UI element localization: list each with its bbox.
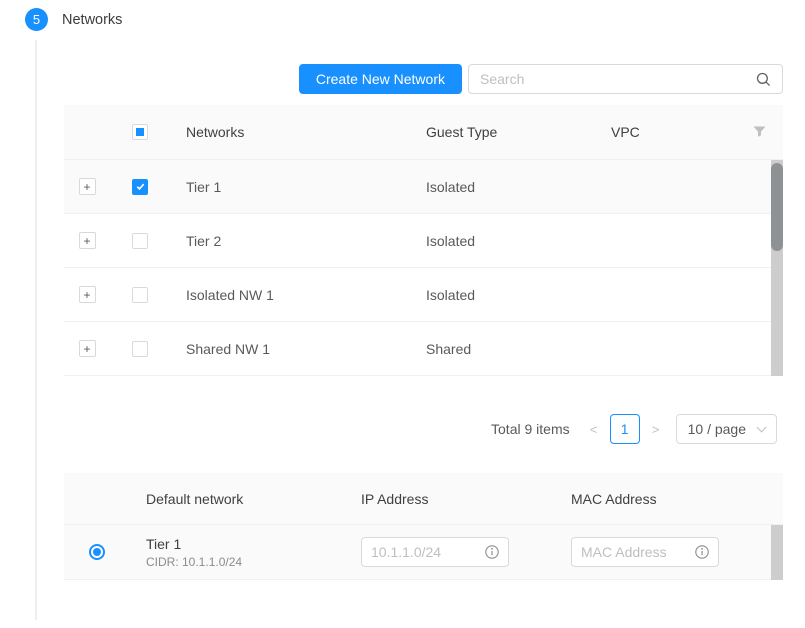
networks-table-header: Networks Guest Type VPC [64,105,783,160]
row-checkbox[interactable] [132,287,148,303]
expand-row-button[interactable]: + [79,232,96,249]
ip-address-input[interactable] [371,544,479,560]
networks-table-body: + Tier 1 Isolated + Tier 2 Isolated [64,160,783,376]
default-network-name-cell: Tier 1 CIDR: 10.1.1.0/24 [130,536,345,569]
column-header-ip-address: IP Address [345,491,555,507]
page-size-value: 10 / page [688,421,746,437]
network-name: Tier 1 [170,179,410,195]
step-number-badge: 5 [25,8,48,31]
guest-type: Shared [410,341,595,357]
networks-table: Networks Guest Type VPC + Tier 1 Isolate… [64,105,783,376]
column-header-networks: Networks [170,124,410,140]
pagination-next-button[interactable]: > [646,422,666,437]
filter-cell [735,126,783,138]
info-circle-icon[interactable] [485,545,499,559]
info-circle-icon[interactable] [695,545,709,559]
table-scrollbar-track[interactable] [771,525,783,580]
pagination-page-1[interactable]: 1 [610,414,640,444]
search-box[interactable] [468,64,783,94]
network-name: Tier 2 [170,233,410,249]
page-title: Networks [62,12,122,28]
expand-row-button[interactable]: + [79,286,96,303]
guest-type: Isolated [410,179,595,195]
guest-type: Isolated [410,233,595,249]
mac-address-input[interactable] [581,544,689,560]
guest-type: Isolated [410,287,595,303]
filter-funnel-icon[interactable] [753,126,766,138]
row-checkbox[interactable] [132,341,148,357]
select-all-checkbox[interactable] [132,124,148,140]
table-row[interactable]: + Shared NW 1 Shared [64,322,783,376]
pagination: Total 9 items < 1 > 10 / page [64,414,777,444]
step-connector-line [35,40,37,620]
networks-wizard-step: 5 Networks Create New Network Networks G… [0,0,805,628]
network-name: Tier 1 [146,536,345,552]
create-new-network-button[interactable]: Create New Network [299,64,462,94]
select-all-cell [110,124,170,140]
search-input[interactable] [480,71,756,87]
network-name: Isolated NW 1 [170,287,410,303]
expand-row-button[interactable]: + [79,178,96,195]
column-header-mac-address: MAC Address [555,491,783,507]
toolbar: Create New Network [64,64,783,94]
column-header-guest-type: Guest Type [410,124,595,140]
expand-row-button[interactable]: + [79,340,96,357]
table-scrollbar-thumb[interactable] [771,163,783,251]
network-name: Shared NW 1 [170,341,410,357]
column-header-default-network: Default network [130,491,345,507]
default-network-table-body: Tier 1 CIDR: 10.1.1.0/24 [64,525,783,580]
page-size-select[interactable]: 10 / page [676,414,777,444]
network-cidr: CIDR: 10.1.1.0/24 [146,555,345,569]
table-scrollbar-track[interactable] [771,160,783,376]
mac-address-input-box[interactable] [571,537,719,567]
default-network-table-header: Default network IP Address MAC Address [64,473,783,525]
search-icon[interactable] [756,72,771,87]
default-network-radio[interactable] [89,544,105,560]
table-row[interactable]: + Tier 1 Isolated [64,160,783,214]
pagination-prev-button[interactable]: < [584,422,604,437]
row-checkbox[interactable] [132,179,148,195]
column-header-vpc: VPC [595,124,735,140]
default-network-table: Default network IP Address MAC Address T… [64,473,783,580]
pagination-total: Total 9 items [491,421,570,437]
ip-address-input-box[interactable] [361,537,509,567]
default-network-row[interactable]: Tier 1 CIDR: 10.1.1.0/24 [64,525,783,580]
table-row[interactable]: + Isolated NW 1 Isolated [64,268,783,322]
chevron-down-icon [757,422,767,432]
table-row[interactable]: + Tier 2 Isolated [64,214,783,268]
row-checkbox[interactable] [132,233,148,249]
step-number: 5 [33,12,40,27]
